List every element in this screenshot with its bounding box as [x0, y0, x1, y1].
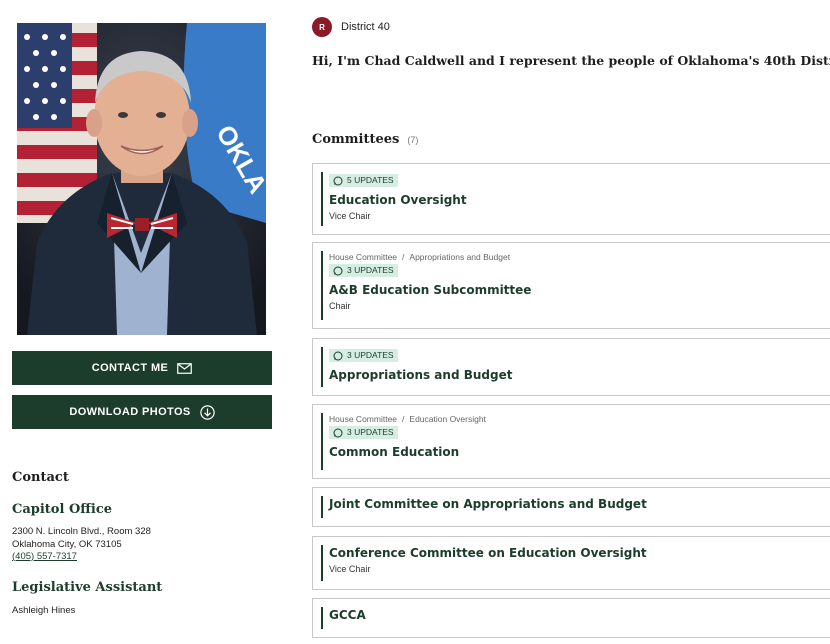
capitol-office-heading: Capitol Office	[12, 502, 113, 517]
updates-badge: 5 UPDATES	[329, 174, 398, 187]
contact-heading: Contact	[12, 470, 69, 485]
party-badge: R	[312, 17, 332, 37]
committee-card[interactable]: 5 UPDATES Education Oversight Vice Chair	[312, 163, 830, 235]
member-intro: Hi, I'm Chad Caldwell and I represent th…	[312, 53, 830, 68]
committee-title[interactable]: GCCA	[329, 608, 830, 623]
district-row: R District 40	[312, 17, 390, 37]
breadcrumb-child[interactable]: Education Oversight	[409, 414, 486, 424]
updates-badge-label: 3 UPDATES	[347, 350, 394, 360]
committee-card[interactable]: Conference Committee on Education Oversi…	[312, 536, 830, 590]
breadcrumb-parent[interactable]: House Committee	[329, 414, 397, 424]
committee-role: Chair	[329, 300, 351, 311]
chat-bubble-icon	[333, 266, 343, 276]
updates-badge: 3 UPDATES	[329, 426, 398, 439]
committee-card[interactable]: 3 UPDATES Appropriations and Budget	[312, 338, 830, 396]
committee-title[interactable]: Education Oversight	[329, 193, 830, 208]
committee-title[interactable]: A&B Education Subcommittee	[329, 283, 830, 298]
envelope-icon	[177, 362, 193, 374]
chat-bubble-icon	[333, 428, 343, 438]
breadcrumb-separator: /	[402, 414, 405, 424]
contact-me-label: CONTACT ME	[91, 362, 169, 374]
committee-title[interactable]: Joint Committee on Appropriations and Bu…	[329, 497, 830, 512]
download-photos-label: DOWNLOAD PHOTOS	[69, 406, 191, 418]
address-line-1: 2300 N. Lincoln Blvd., Room 328	[12, 526, 151, 537]
contact-me-button[interactable]: CONTACT ME	[12, 351, 272, 385]
breadcrumb-separator: /	[402, 252, 405, 262]
breadcrumb-parent[interactable]: House Committee	[329, 252, 397, 262]
district-label: District 40	[341, 21, 390, 33]
updates-badge-label: 3 UPDATES	[347, 427, 394, 437]
committees-count: (7)	[407, 135, 419, 145]
committees-heading: Committees (7)	[312, 132, 418, 147]
committees-title: Committees	[312, 132, 400, 147]
committee-breadcrumb: House Committee / Appropriations and Budge…	[329, 252, 830, 262]
committee-card[interactable]: GCCA	[312, 598, 830, 638]
updates-badge: 3 UPDATES	[329, 349, 398, 362]
chat-bubble-icon	[333, 351, 343, 361]
updates-badge-label: 3 UPDATES	[347, 265, 394, 275]
breadcrumb-child[interactable]: Appropriations and Budget	[409, 252, 510, 262]
updates-badge-label: 5 UPDATES	[347, 175, 394, 185]
chat-bubble-icon	[333, 176, 343, 186]
address-line-2: Oklahoma City, OK 73105	[12, 538, 122, 550]
committee-title[interactable]: Conference Committee on Education Oversi…	[329, 546, 830, 561]
download-photos-button[interactable]: DOWNLOAD PHOTOS	[12, 395, 272, 429]
committee-breadcrumb: House Committee / Education Oversight	[329, 414, 830, 424]
committee-role: Vice Chair	[329, 210, 371, 221]
committee-title[interactable]: Common Education	[329, 445, 830, 460]
legislative-assistant-heading: Legislative Assistant	[12, 580, 163, 595]
updates-badge: 3 UPDATES	[329, 264, 398, 277]
committee-card[interactable]: House Committee / Education Oversight 3 UP…	[312, 404, 830, 479]
committee-role: Vice Chair	[329, 564, 371, 574]
committee-card[interactable]: Joint Committee on Appropriations and Bu…	[312, 487, 830, 527]
phone-link[interactable]: (405) 557-7317	[12, 551, 151, 564]
committee-title[interactable]: Appropriations and Budget	[329, 368, 830, 383]
download-arrow-icon	[199, 404, 215, 420]
committee-card[interactable]: House Committee / Appropriations and Budge…	[312, 242, 830, 329]
legislative-assistant-name: Ashleigh Hines	[12, 605, 76, 616]
capitol-office-address: 2300 N. Lincoln Blvd., Room 328 Oklahoma…	[12, 526, 151, 564]
member-photo: OKLA	[17, 23, 266, 335]
